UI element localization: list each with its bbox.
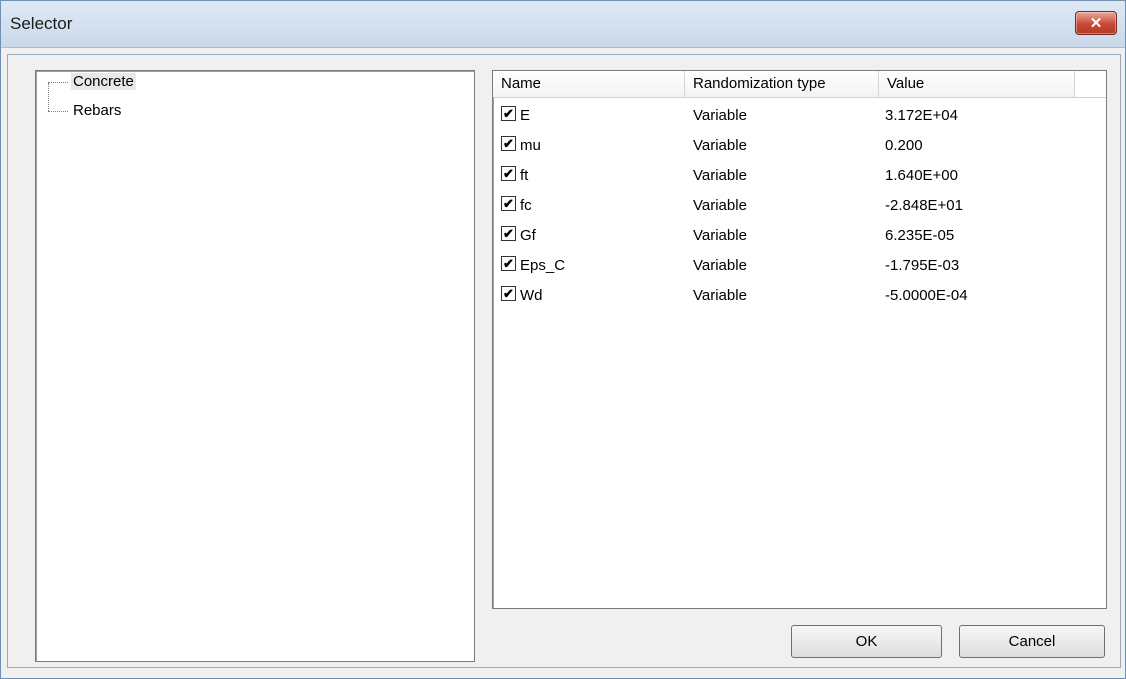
table-row[interactable]: ✔ ft Variable 1.640E+00 bbox=[493, 161, 1106, 191]
column-header-randomization-type[interactable]: Randomization type bbox=[685, 71, 879, 97]
selector-dialog: Selector ✕ Concrete Rebars Name Randomiz… bbox=[0, 0, 1126, 679]
ok-button[interactable]: OK bbox=[791, 625, 942, 658]
column-header-value[interactable]: Value bbox=[879, 71, 1075, 97]
row-checkbox[interactable]: ✔ bbox=[501, 196, 516, 211]
cell-randomization-type: Variable bbox=[693, 137, 747, 154]
tree-connector bbox=[48, 83, 49, 111]
cell-name: mu bbox=[520, 137, 541, 154]
row-checkbox[interactable]: ✔ bbox=[501, 256, 516, 271]
cell-name: ft bbox=[520, 167, 529, 184]
cell-value: -5.0000E-04 bbox=[885, 287, 968, 304]
row-checkbox[interactable]: ✔ bbox=[501, 166, 516, 181]
list-header: Name Randomization type Value bbox=[493, 71, 1106, 98]
cell-value: -2.848E+01 bbox=[885, 197, 963, 214]
title-bar: Selector ✕ bbox=[1, 1, 1125, 48]
check-icon: ✔ bbox=[503, 136, 514, 151]
row-checkbox[interactable]: ✔ bbox=[501, 226, 516, 241]
check-icon: ✔ bbox=[503, 166, 514, 181]
window-title: Selector bbox=[10, 14, 73, 33]
cell-name: Wd bbox=[520, 287, 543, 304]
cell-name: Eps_C bbox=[520, 257, 566, 274]
cell-randomization-type: Variable bbox=[693, 107, 747, 124]
check-icon: ✔ bbox=[503, 256, 514, 271]
row-checkbox[interactable]: ✔ bbox=[501, 286, 516, 301]
cell-value: 3.172E+04 bbox=[885, 107, 958, 124]
cell-randomization-type: Variable bbox=[693, 287, 747, 304]
parameter-list[interactable]: Name Randomization type Value ✔ E Variable… bbox=[492, 70, 1107, 609]
cell-randomization-type: Variable bbox=[693, 197, 747, 214]
cell-name: fc bbox=[520, 197, 532, 214]
column-header-name[interactable]: Name bbox=[493, 71, 685, 97]
check-icon: ✔ bbox=[503, 286, 514, 301]
table-row[interactable]: ✔ Wd Variable -5.0000E-04 bbox=[493, 281, 1106, 311]
table-row[interactable]: ✔ Gf Variable 6.235E-05 bbox=[493, 221, 1106, 251]
close-icon: ✕ bbox=[1089, 15, 1103, 32]
row-checkbox[interactable]: ✔ bbox=[501, 106, 516, 121]
table-row[interactable]: ✔ fc Variable -2.848E+01 bbox=[493, 191, 1106, 221]
cell-value: 0.200 bbox=[885, 137, 923, 154]
cell-randomization-type: Variable bbox=[693, 167, 747, 184]
check-icon: ✔ bbox=[503, 106, 514, 121]
table-row[interactable]: ✔ Eps_C Variable -1.795E-03 bbox=[493, 251, 1106, 281]
cell-value: -1.795E-03 bbox=[885, 257, 960, 274]
dialog-body: Concrete Rebars Name Randomization type … bbox=[7, 54, 1121, 668]
cell-value: 1.640E+00 bbox=[885, 167, 958, 184]
table-row[interactable]: ✔ E Variable 3.172E+04 bbox=[493, 101, 1106, 131]
cell-randomization-type: Variable bbox=[693, 257, 747, 274]
cancel-button[interactable]: Cancel bbox=[959, 625, 1105, 658]
check-icon: ✔ bbox=[503, 226, 514, 241]
cell-name: E bbox=[520, 107, 531, 124]
check-icon: ✔ bbox=[503, 196, 514, 211]
cell-randomization-type: Variable bbox=[693, 227, 747, 244]
close-button[interactable]: ✕ bbox=[1075, 11, 1117, 35]
row-checkbox[interactable]: ✔ bbox=[501, 136, 516, 151]
tree-item-concrete[interactable]: Concrete bbox=[71, 73, 136, 90]
category-tree[interactable]: Concrete Rebars bbox=[35, 70, 475, 662]
tree-connector bbox=[48, 111, 68, 112]
tree-connector bbox=[48, 82, 68, 83]
cell-name: Gf bbox=[520, 227, 536, 244]
cell-value: 6.235E-05 bbox=[885, 227, 955, 244]
table-row[interactable]: ✔ mu Variable 0.200 bbox=[493, 131, 1106, 161]
tree-item-rebars[interactable]: Rebars bbox=[71, 102, 123, 119]
